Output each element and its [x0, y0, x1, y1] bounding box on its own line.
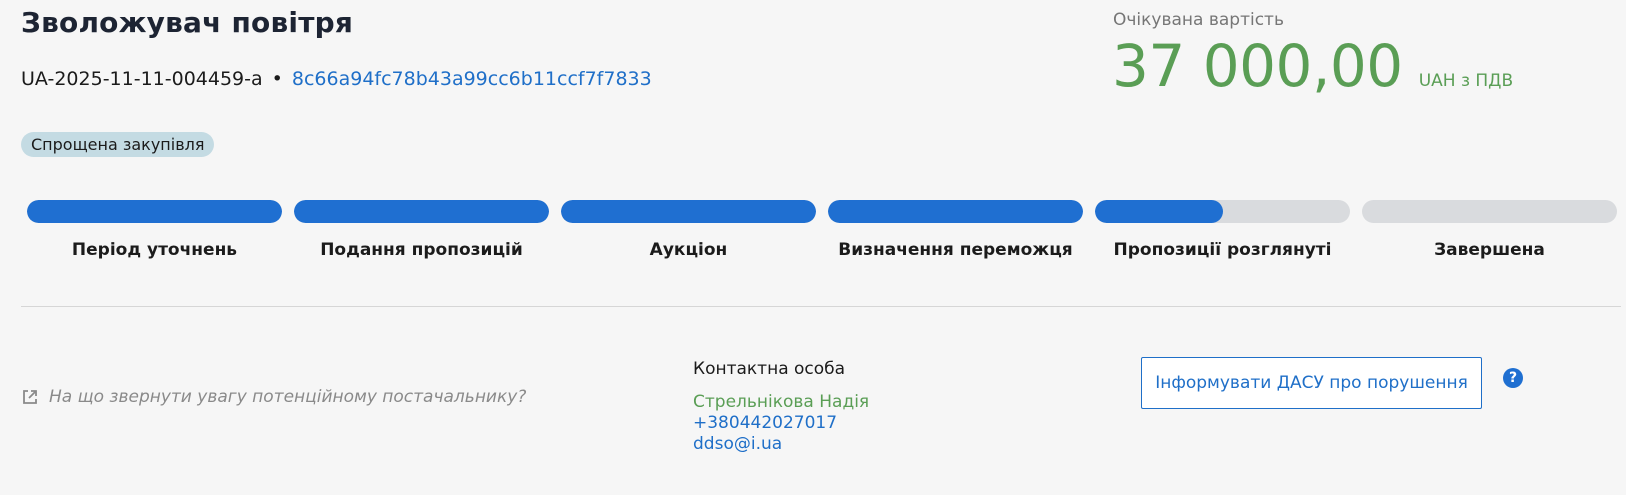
stage-label: Пропозиції розглянуті: [1113, 240, 1332, 260]
stage-label: Подання пропозицій: [320, 240, 523, 260]
contact-person: Контактна особа Стрельнікова Надія +3804…: [693, 359, 869, 455]
stage-progress: Період уточнень Подання пропозицій Аукці…: [27, 200, 1617, 260]
contact-phone-link[interactable]: +380442027017: [693, 413, 869, 434]
stage-progress-bar: [561, 200, 816, 223]
contact-email-link[interactable]: ddso@i.ua: [693, 434, 869, 455]
expected-value-amount: 37 000,00: [1112, 32, 1403, 100]
tender-hash-link[interactable]: 8c66a94fc78b43a99cc6b11ccf7f7833: [292, 68, 652, 90]
stage-item: Визначення переможця: [828, 200, 1083, 260]
stage-progress-fill: [1095, 200, 1223, 223]
contact-name: Стрельнікова Надія: [693, 392, 870, 412]
external-link-icon: [21, 388, 39, 406]
stage-item: Період уточнень: [27, 200, 282, 260]
contact-heading: Контактна особа: [693, 359, 846, 379]
stage-progress-bar: [1095, 200, 1350, 223]
supplier-tip-text: На що звернути увагу потенційному постач…: [49, 387, 527, 407]
procedure-type-badge: Спрощена закупівля: [21, 132, 215, 157]
stage-progress-fill: [828, 200, 1083, 223]
expected-value: 37 000,00 UAH з ПДВ: [1112, 32, 1513, 100]
stage-item: Подання пропозицій: [294, 200, 549, 260]
report-violation-button[interactable]: Інформувати ДАСУ про порушення: [1141, 357, 1482, 409]
stage-label: Період уточнень: [71, 240, 238, 260]
stage-item: Аукціон: [561, 200, 816, 260]
page-title: Зволожувач повітря: [21, 6, 354, 39]
stage-item: Пропозиції розглянуті: [1095, 200, 1350, 260]
separator-dot: •: [271, 68, 283, 90]
stage-progress-fill: [27, 200, 282, 223]
tender-identifiers: UA-2025-11-11-004459-a • 8c66a94fc78b43a…: [21, 68, 652, 90]
stage-progress-bar: [27, 200, 282, 223]
stage-progress-bar: [294, 200, 549, 223]
stage-item: Завершена: [1362, 200, 1617, 260]
stage-label: Завершена: [1434, 240, 1545, 260]
stage-progress-fill: [561, 200, 816, 223]
stage-label: Аукціон: [649, 240, 728, 260]
question-icon[interactable]: ?: [1503, 368, 1523, 388]
stage-label: Визначення переможця: [838, 240, 1073, 260]
stage-progress-bar: [1362, 200, 1617, 223]
section-divider: [21, 306, 1621, 307]
stage-progress-fill: [294, 200, 549, 223]
tender-id: UA-2025-11-11-004459-a: [21, 68, 263, 90]
stage-progress-bar: [828, 200, 1083, 223]
supplier-tip-link[interactable]: На що звернути увагу потенційному постач…: [21, 387, 526, 407]
expected-value-label: Очікувана вартість: [1113, 10, 1284, 30]
expected-value-currency: UAH з ПДВ: [1418, 71, 1514, 91]
